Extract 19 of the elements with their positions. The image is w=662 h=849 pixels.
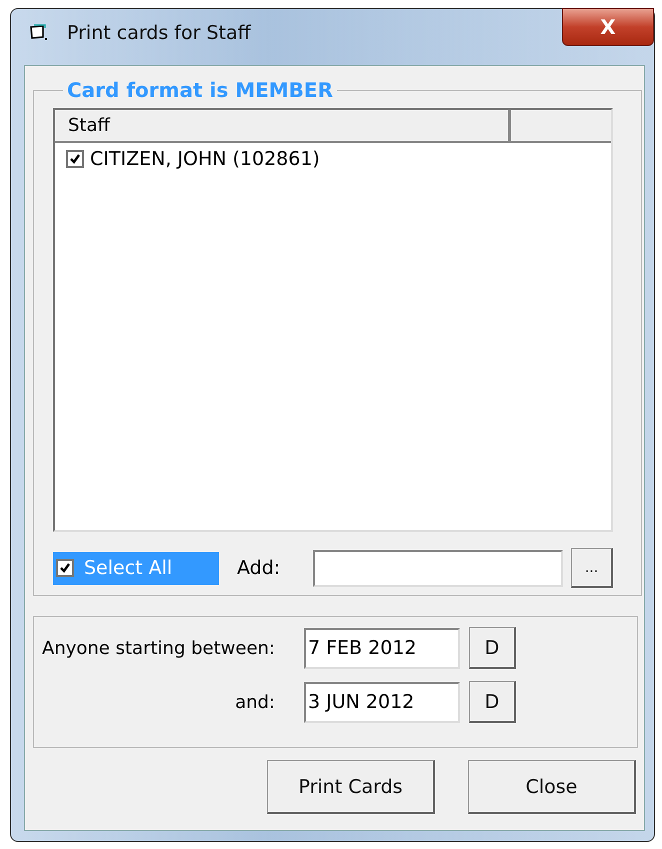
browse-button[interactable]: ... [571,548,613,588]
date-label: Anyone starting between: [41,638,276,658]
window-title: Print cards for Staff [67,22,251,44]
dialog-button[interactable]: Close [468,760,636,814]
checkbox[interactable] [66,150,84,168]
add-label: Add: [237,557,282,579]
add-field[interactable] [313,550,563,586]
date-label: and: [234,692,276,712]
date-picker-button[interactable]: D [469,681,516,723]
dialog-button[interactable]: Print Cards [267,760,435,814]
group-title: Card format is MEMBER [66,78,334,102]
checkmark-icon [59,562,71,574]
window-close-button[interactable]: X [562,8,654,46]
date-picker-button[interactable]: D [469,627,516,669]
date-field[interactable]: 7 FEB 2012 [304,628,460,668]
date-field[interactable]: 3 JUN 2012 [304,682,460,722]
checkmark-icon [69,153,81,165]
list-item[interactable]: CITIZEN, JOHN (102861) [90,148,320,170]
window-icon [29,24,49,42]
